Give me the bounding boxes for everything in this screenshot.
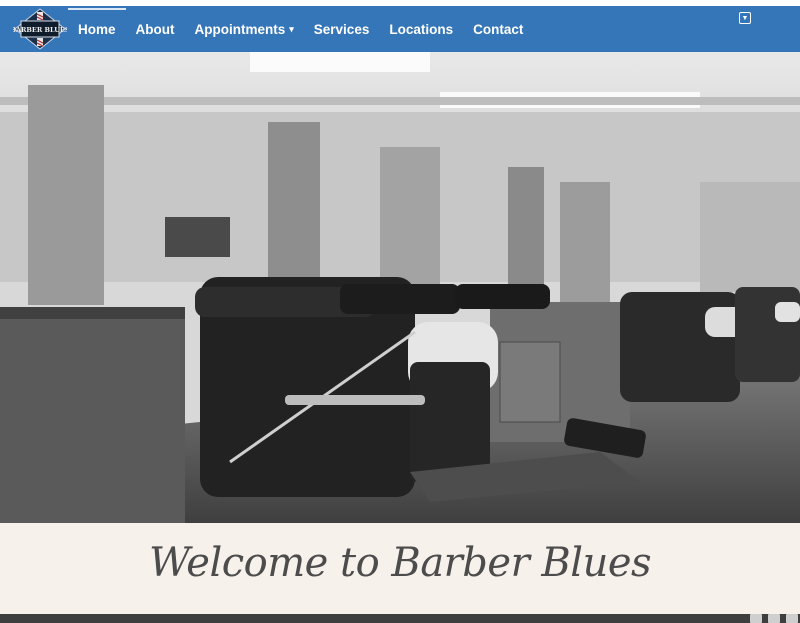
- footer-icons: [750, 614, 798, 623]
- mail-icon[interactable]: [768, 614, 780, 623]
- nav-services-label: Services: [313, 21, 370, 37]
- nav-appointments-label: Appointments: [194, 21, 286, 37]
- barber-blues-logo[interactable]: BARBER BLUES: [10, 8, 70, 50]
- navbar: BARBER BLUES Home About Appointments ▾ S…: [0, 6, 800, 52]
- nav-services[interactable]: Services: [304, 6, 380, 52]
- nav-home[interactable]: Home: [68, 6, 126, 52]
- nav-contact[interactable]: Contact: [463, 6, 533, 52]
- nav-locations[interactable]: Locations: [379, 6, 463, 52]
- welcome-heading: Welcome to Barber Blues: [148, 540, 652, 586]
- footer-bar: [0, 614, 800, 623]
- nav-appointments[interactable]: Appointments ▾: [185, 6, 304, 52]
- facebook-icon[interactable]: [750, 614, 762, 623]
- nav-about[interactable]: About: [126, 6, 185, 52]
- nav-about-label: About: [135, 21, 175, 37]
- nav-locations-label: Locations: [389, 21, 454, 37]
- main-nav: Home About Appointments ▾ Services Locat…: [68, 6, 533, 52]
- hero-image: [0, 52, 800, 523]
- caret-down-icon: ▾: [289, 23, 294, 34]
- nav-home-label: Home: [78, 21, 116, 37]
- chevron-down-icon[interactable]: ▼: [739, 12, 751, 24]
- login-icon[interactable]: [786, 614, 798, 623]
- nav-contact-label: Contact: [473, 21, 524, 37]
- svg-text:BARBER BLUES: BARBER BLUES: [13, 26, 67, 34]
